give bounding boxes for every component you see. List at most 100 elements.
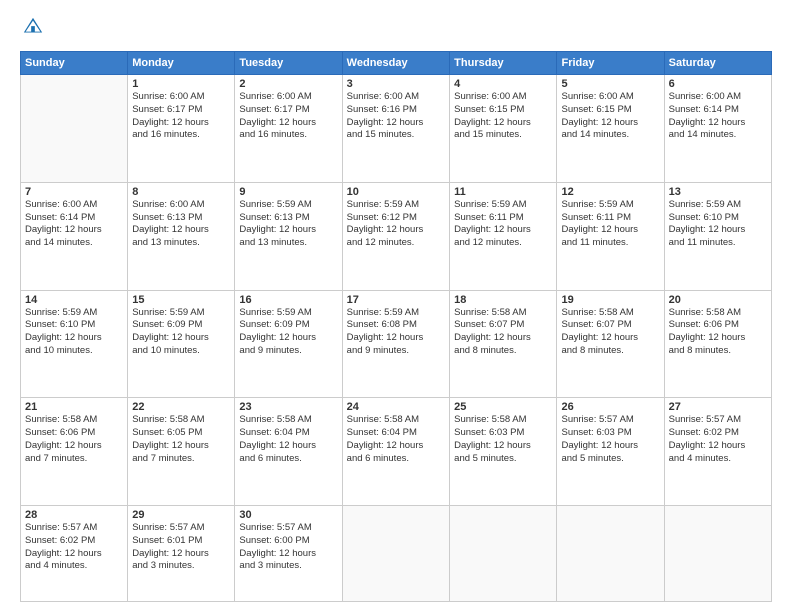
- calendar-cell: 28Sunrise: 5:57 AMSunset: 6:02 PMDayligh…: [21, 506, 128, 602]
- day-number: 23: [239, 401, 337, 413]
- day-number: 11: [454, 186, 552, 198]
- day-info: Sunrise: 5:57 AMSunset: 6:02 PMDaylight:…: [25, 522, 123, 573]
- day-number: 18: [454, 294, 552, 306]
- day-number: 5: [561, 78, 659, 90]
- calendar-cell: 6Sunrise: 6:00 AMSunset: 6:14 PMDaylight…: [664, 75, 771, 183]
- day-number: 29: [132, 509, 230, 521]
- day-info: Sunrise: 5:57 AMSunset: 6:01 PMDaylight:…: [132, 522, 230, 573]
- day-number: 17: [347, 294, 445, 306]
- logo-icon: [22, 16, 44, 38]
- day-info: Sunrise: 5:59 AMSunset: 6:09 PMDaylight:…: [239, 307, 337, 358]
- day-number: 22: [132, 401, 230, 413]
- calendar-cell: 15Sunrise: 5:59 AMSunset: 6:09 PMDayligh…: [128, 290, 235, 398]
- day-info: Sunrise: 5:59 AMSunset: 6:10 PMDaylight:…: [669, 199, 767, 250]
- day-number: 13: [669, 186, 767, 198]
- col-header-tuesday: Tuesday: [235, 52, 342, 75]
- day-info: Sunrise: 5:59 AMSunset: 6:10 PMDaylight:…: [25, 307, 123, 358]
- calendar-cell: 9Sunrise: 5:59 AMSunset: 6:13 PMDaylight…: [235, 182, 342, 290]
- day-number: 16: [239, 294, 337, 306]
- day-info: Sunrise: 5:59 AMSunset: 6:09 PMDaylight:…: [132, 307, 230, 358]
- day-info: Sunrise: 6:00 AMSunset: 6:16 PMDaylight:…: [347, 91, 445, 142]
- calendar-table: SundayMondayTuesdayWednesdayThursdayFrid…: [20, 51, 772, 602]
- day-number: 12: [561, 186, 659, 198]
- day-info: Sunrise: 5:58 AMSunset: 6:03 PMDaylight:…: [454, 414, 552, 465]
- day-number: 2: [239, 78, 337, 90]
- calendar-week-row: 7Sunrise: 6:00 AMSunset: 6:14 PMDaylight…: [21, 182, 772, 290]
- day-number: 15: [132, 294, 230, 306]
- calendar-cell: 13Sunrise: 5:59 AMSunset: 6:10 PMDayligh…: [664, 182, 771, 290]
- day-number: 1: [132, 78, 230, 90]
- calendar-cell: 24Sunrise: 5:58 AMSunset: 6:04 PMDayligh…: [342, 398, 449, 506]
- calendar-week-row: 21Sunrise: 5:58 AMSunset: 6:06 PMDayligh…: [21, 398, 772, 506]
- day-info: Sunrise: 5:59 AMSunset: 6:11 PMDaylight:…: [561, 199, 659, 250]
- col-header-wednesday: Wednesday: [342, 52, 449, 75]
- day-info: Sunrise: 5:59 AMSunset: 6:11 PMDaylight:…: [454, 199, 552, 250]
- logo: [20, 16, 48, 43]
- day-info: Sunrise: 6:00 AMSunset: 6:17 PMDaylight:…: [239, 91, 337, 142]
- page-header: [20, 16, 772, 43]
- day-info: Sunrise: 6:00 AMSunset: 6:14 PMDaylight:…: [669, 91, 767, 142]
- calendar-cell: 19Sunrise: 5:58 AMSunset: 6:07 PMDayligh…: [557, 290, 664, 398]
- calendar-cell: 23Sunrise: 5:58 AMSunset: 6:04 PMDayligh…: [235, 398, 342, 506]
- col-header-friday: Friday: [557, 52, 664, 75]
- day-info: Sunrise: 5:57 AMSunset: 6:03 PMDaylight:…: [561, 414, 659, 465]
- calendar-cell: 11Sunrise: 5:59 AMSunset: 6:11 PMDayligh…: [450, 182, 557, 290]
- day-info: Sunrise: 5:58 AMSunset: 6:04 PMDaylight:…: [347, 414, 445, 465]
- day-info: Sunrise: 6:00 AMSunset: 6:15 PMDaylight:…: [561, 91, 659, 142]
- day-number: 28: [25, 509, 123, 521]
- day-number: 20: [669, 294, 767, 306]
- calendar-cell: [664, 506, 771, 602]
- calendar-cell: 27Sunrise: 5:57 AMSunset: 6:02 PMDayligh…: [664, 398, 771, 506]
- calendar-cell: [342, 506, 449, 602]
- day-info: Sunrise: 5:57 AMSunset: 6:00 PMDaylight:…: [239, 522, 337, 573]
- day-info: Sunrise: 5:59 AMSunset: 6:08 PMDaylight:…: [347, 307, 445, 358]
- day-number: 3: [347, 78, 445, 90]
- calendar-cell: 22Sunrise: 5:58 AMSunset: 6:05 PMDayligh…: [128, 398, 235, 506]
- calendar-cell: [557, 506, 664, 602]
- day-number: 4: [454, 78, 552, 90]
- day-info: Sunrise: 5:59 AMSunset: 6:12 PMDaylight:…: [347, 199, 445, 250]
- day-number: 25: [454, 401, 552, 413]
- col-header-thursday: Thursday: [450, 52, 557, 75]
- day-info: Sunrise: 5:58 AMSunset: 6:06 PMDaylight:…: [669, 307, 767, 358]
- calendar-cell: 12Sunrise: 5:59 AMSunset: 6:11 PMDayligh…: [557, 182, 664, 290]
- calendar-header-row: SundayMondayTuesdayWednesdayThursdayFrid…: [21, 52, 772, 75]
- calendar-week-row: 28Sunrise: 5:57 AMSunset: 6:02 PMDayligh…: [21, 506, 772, 602]
- day-info: Sunrise: 5:57 AMSunset: 6:02 PMDaylight:…: [669, 414, 767, 465]
- day-info: Sunrise: 5:59 AMSunset: 6:13 PMDaylight:…: [239, 199, 337, 250]
- calendar-cell: 7Sunrise: 6:00 AMSunset: 6:14 PMDaylight…: [21, 182, 128, 290]
- day-number: 7: [25, 186, 123, 198]
- calendar-cell: 30Sunrise: 5:57 AMSunset: 6:00 PMDayligh…: [235, 506, 342, 602]
- calendar-cell: 10Sunrise: 5:59 AMSunset: 6:12 PMDayligh…: [342, 182, 449, 290]
- calendar-cell: 25Sunrise: 5:58 AMSunset: 6:03 PMDayligh…: [450, 398, 557, 506]
- day-number: 26: [561, 401, 659, 413]
- day-info: Sunrise: 5:58 AMSunset: 6:06 PMDaylight:…: [25, 414, 123, 465]
- calendar-cell: 1Sunrise: 6:00 AMSunset: 6:17 PMDaylight…: [128, 75, 235, 183]
- calendar-cell: 3Sunrise: 6:00 AMSunset: 6:16 PMDaylight…: [342, 75, 449, 183]
- calendar-cell: 16Sunrise: 5:59 AMSunset: 6:09 PMDayligh…: [235, 290, 342, 398]
- day-number: 10: [347, 186, 445, 198]
- calendar-cell: 2Sunrise: 6:00 AMSunset: 6:17 PMDaylight…: [235, 75, 342, 183]
- calendar-cell: 29Sunrise: 5:57 AMSunset: 6:01 PMDayligh…: [128, 506, 235, 602]
- day-number: 24: [347, 401, 445, 413]
- col-header-sunday: Sunday: [21, 52, 128, 75]
- day-info: Sunrise: 6:00 AMSunset: 6:13 PMDaylight:…: [132, 199, 230, 250]
- day-info: Sunrise: 5:58 AMSunset: 6:05 PMDaylight:…: [132, 414, 230, 465]
- day-info: Sunrise: 5:58 AMSunset: 6:04 PMDaylight:…: [239, 414, 337, 465]
- col-header-monday: Monday: [128, 52, 235, 75]
- day-info: Sunrise: 6:00 AMSunset: 6:17 PMDaylight:…: [132, 91, 230, 142]
- calendar-cell: 18Sunrise: 5:58 AMSunset: 6:07 PMDayligh…: [450, 290, 557, 398]
- calendar-cell: 26Sunrise: 5:57 AMSunset: 6:03 PMDayligh…: [557, 398, 664, 506]
- calendar-week-row: 14Sunrise: 5:59 AMSunset: 6:10 PMDayligh…: [21, 290, 772, 398]
- day-number: 8: [132, 186, 230, 198]
- calendar-cell: [450, 506, 557, 602]
- calendar-page: SundayMondayTuesdayWednesdayThursdayFrid…: [0, 0, 792, 612]
- day-number: 14: [25, 294, 123, 306]
- calendar-cell: 21Sunrise: 5:58 AMSunset: 6:06 PMDayligh…: [21, 398, 128, 506]
- day-info: Sunrise: 6:00 AMSunset: 6:14 PMDaylight:…: [25, 199, 123, 250]
- day-number: 27: [669, 401, 767, 413]
- calendar-cell: 4Sunrise: 6:00 AMSunset: 6:15 PMDaylight…: [450, 75, 557, 183]
- day-info: Sunrise: 5:58 AMSunset: 6:07 PMDaylight:…: [454, 307, 552, 358]
- day-number: 19: [561, 294, 659, 306]
- calendar-cell: 8Sunrise: 6:00 AMSunset: 6:13 PMDaylight…: [128, 182, 235, 290]
